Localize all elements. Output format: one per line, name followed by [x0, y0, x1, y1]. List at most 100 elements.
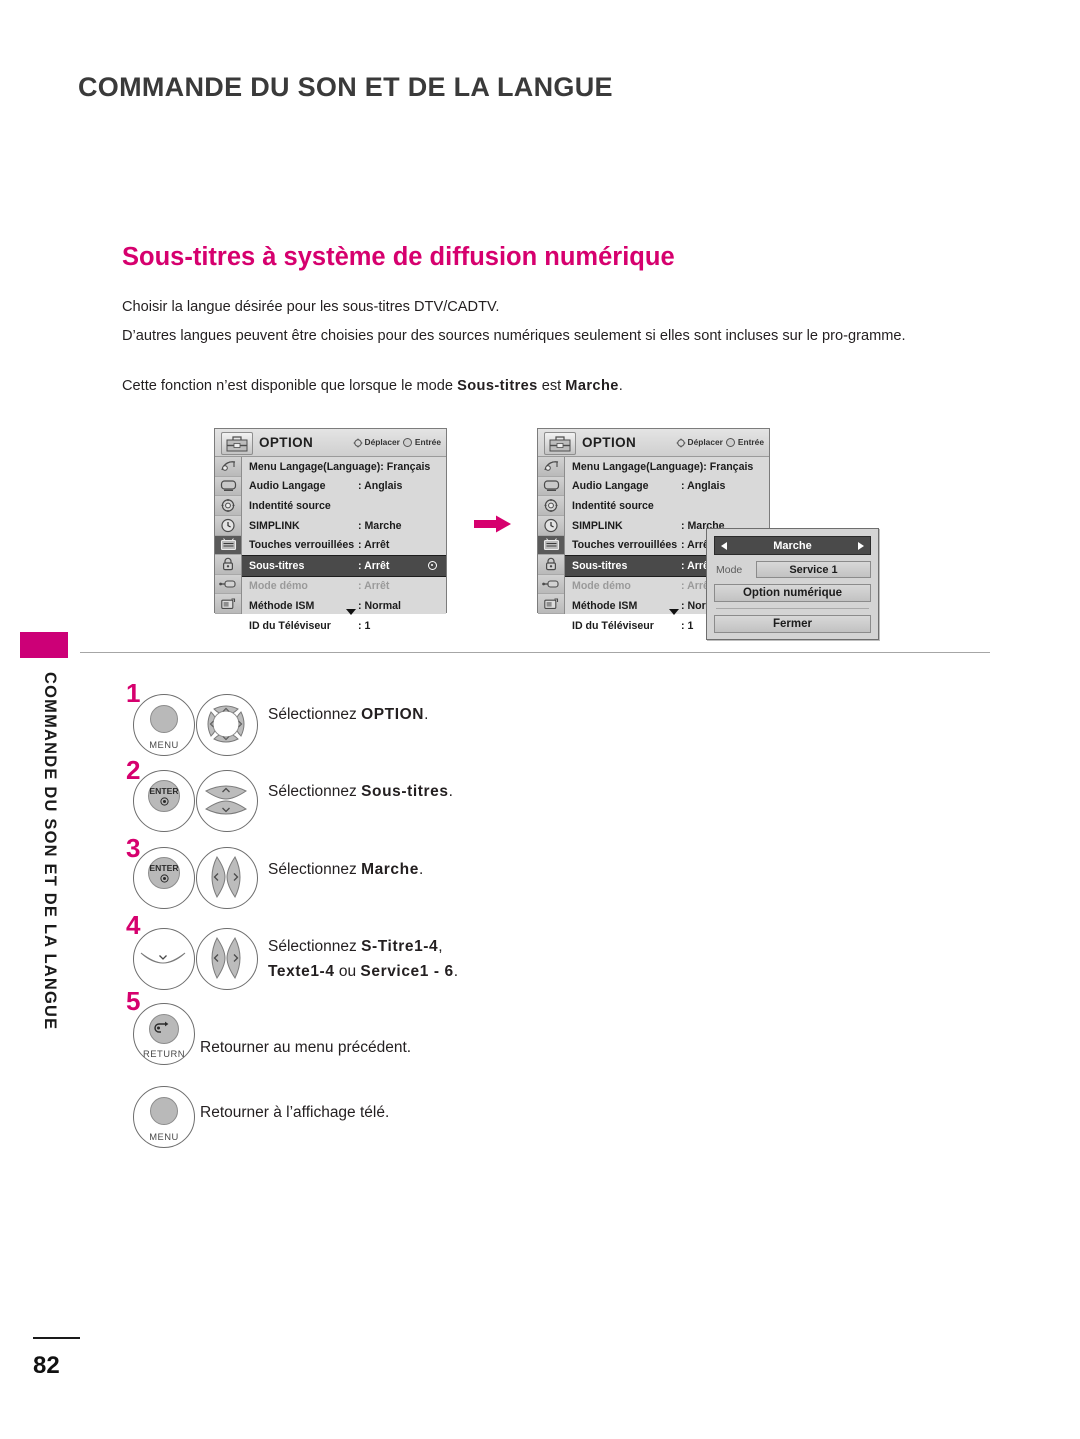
row-label: Sous-titres [249, 559, 305, 572]
popup-close-button[interactable]: Fermer [714, 615, 871, 633]
row-value: : Marche [358, 519, 402, 532]
osd-row-menu-langage[interactable]: Menu Langage(Language): Français [242, 457, 446, 477]
screen-icon[interactable] [538, 476, 564, 497]
toolbox-icon [221, 432, 253, 455]
sidebar-tab-marker [20, 632, 68, 658]
row-label: ID du Téléviseur [249, 619, 331, 632]
left-right-pad-step4[interactable] [196, 928, 258, 990]
row-label: Touches verrouillées [249, 539, 355, 552]
step-text-1: Sélectionnez OPTION. [268, 705, 428, 726]
step3-suffix: . [418, 861, 424, 878]
option-icon[interactable] [538, 535, 564, 556]
osd-row-methode-ism[interactable]: Méthode ISM: Normal [242, 596, 446, 616]
condition-mid: est [537, 378, 566, 394]
step3-prefix: Sélectionnez [268, 861, 362, 878]
osd-panel-before: OPTION Déplacer Entrée Menu Langage(Lang… [214, 428, 447, 632]
step4-prefix: Sélectionnez [268, 938, 362, 955]
step4-line2-suffix: . [453, 963, 459, 980]
row-value: : Arrêt [358, 580, 390, 593]
menu-button-step1[interactable]: MENU [133, 694, 195, 756]
osd-row-audio-langage[interactable]: Audio Langage: Anglais [242, 477, 446, 497]
row-label: Menu Langage(Language): Français [249, 460, 431, 473]
scroll-down-caret-icon[interactable] [669, 609, 679, 615]
osd-row-sous-titres[interactable]: Sous-titres : Arrêt [242, 554, 446, 577]
popup-value-selector[interactable]: Marche [714, 536, 871, 555]
toolbox-icon [544, 432, 576, 455]
left-right-pad-step3[interactable] [196, 847, 258, 909]
four-way-pad-step1[interactable] [196, 694, 258, 756]
row-value: : Anglais [358, 480, 403, 493]
lock-icon[interactable] [215, 555, 241, 575]
button-caption: MENU [149, 739, 179, 750]
connection-icon[interactable] [215, 574, 241, 595]
audio-icon[interactable] [538, 496, 564, 516]
osd-row-identite-source[interactable]: Indentité source [565, 496, 769, 516]
page-number: 82 [33, 1352, 60, 1379]
row-value: : Arrêt [358, 559, 390, 572]
step4-mid: ou [334, 963, 361, 980]
paragraph-intro: Choisir la langue désirée pour les sous-… [122, 299, 500, 315]
lock-icon[interactable] [538, 555, 564, 575]
enter-button-step2[interactable]: ENTER [133, 770, 195, 832]
option-icon[interactable] [215, 535, 241, 556]
step2-bold: Sous-titres [361, 783, 449, 800]
step-number-5: 5 [126, 986, 141, 1016]
step1-suffix: . [424, 706, 429, 723]
right-arrow-icon[interactable] [858, 541, 864, 550]
time-icon[interactable] [538, 515, 564, 536]
sous-titres-popup: Marche Mode Service 1 Option numérique F… [706, 528, 879, 640]
paragraph-languages: D’autres langues peuvent être choisies p… [122, 328, 906, 344]
screen-icon[interactable] [215, 476, 241, 497]
condition-suffix: . [618, 378, 623, 394]
osd-row-id-televiseur[interactable]: ID du Téléviseur: 1 [242, 616, 446, 636]
popup-separator [716, 608, 869, 609]
osd-row-mode-demo: Mode démo : Arrêt [242, 577, 446, 597]
step2-suffix: . [448, 783, 453, 800]
paragraph-condition: Cette fonction n’est disponible que lors… [122, 376, 974, 397]
step4-bold-texte: Texte1-4 [268, 963, 335, 980]
osd-title: OPTION [582, 435, 637, 450]
popup-mode-value-button[interactable]: Service 1 [756, 561, 871, 578]
menu-button-final[interactable]: MENU [133, 1086, 195, 1148]
row-value: : Anglais [681, 480, 726, 493]
picture-icon[interactable] [538, 457, 564, 477]
nav-pad-icon [675, 437, 686, 448]
osd-row-touches-verrouillees[interactable]: Touches verrouillées: Arrêt [242, 535, 446, 555]
osd-hint: Déplacer Entrée [675, 437, 764, 448]
audio-icon[interactable] [215, 496, 241, 516]
osd-header: OPTION Déplacer Entrée [215, 429, 446, 457]
picture-icon[interactable] [215, 457, 241, 477]
osd-row-menu-langage[interactable]: Menu Langage(Language): Français [565, 457, 769, 477]
button-caption: MENU [149, 1131, 179, 1142]
usb-icon[interactable] [538, 594, 564, 614]
step-number-1: 1 [126, 678, 141, 708]
enter-button-step3[interactable]: ENTER [133, 847, 195, 909]
row-label: Méthode ISM [572, 599, 638, 612]
osd-title: OPTION [259, 435, 314, 450]
popup-mode-label: Mode [716, 563, 743, 576]
osd-header: OPTION Déplacer Entrée [538, 429, 769, 457]
osd-hint-enter: Entrée [414, 437, 441, 447]
osd-row-audio-langage[interactable]: Audio Langage: Anglais [565, 477, 769, 497]
osd-icon-column [215, 457, 242, 614]
step-number-2: 2 [126, 755, 141, 785]
row-value: : Arrêt [358, 539, 390, 552]
up-down-pad-step2[interactable] [196, 770, 258, 832]
condition-bold-sous-titres: Sous-titres [457, 378, 538, 394]
row-label: Mode démo [249, 580, 308, 593]
row-label: Indentité source [249, 499, 331, 512]
enter-label: ENTER [149, 786, 179, 797]
step1-bold: OPTION [361, 706, 425, 723]
connection-icon[interactable] [538, 574, 564, 595]
section-heading: Sous-titres à système de diffusion numér… [122, 243, 675, 271]
osd-row-identite-source[interactable]: Indentité source [242, 496, 446, 516]
popup-digital-option-button[interactable]: Option numérique [714, 584, 871, 602]
down-pad-step4[interactable] [133, 928, 195, 990]
left-arrow-icon[interactable] [721, 541, 727, 550]
usb-icon[interactable] [215, 594, 241, 614]
scroll-down-caret-icon[interactable] [346, 609, 356, 615]
return-button-step5[interactable]: RETURN [133, 1003, 195, 1065]
osd-row-simplink[interactable]: SIMPLINK: Marche [242, 516, 446, 536]
button-caption: RETURN [142, 1048, 186, 1059]
time-icon[interactable] [215, 515, 241, 536]
